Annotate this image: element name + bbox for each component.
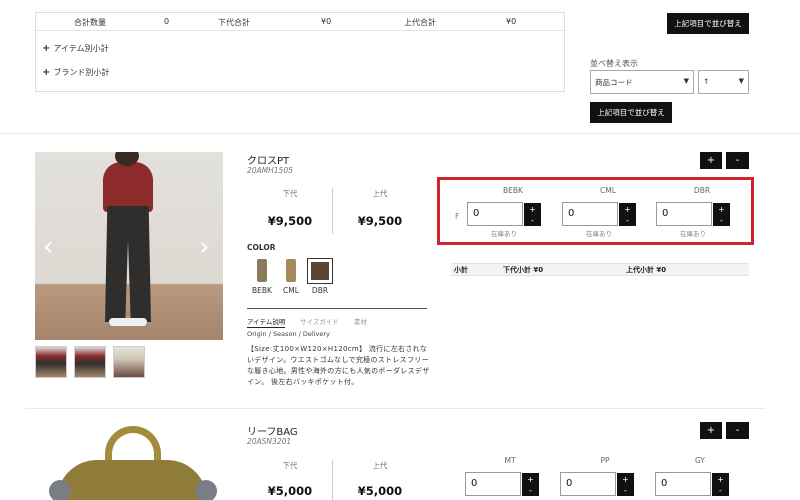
sort-order-value: ↑ [703,77,710,86]
brand-subtotal-label: ブランド別小計 [53,68,110,77]
stock-status-bebk: 在庫あり [491,230,517,238]
wholesale-price: ¥9,500 [267,214,313,228]
quantity-input-bebk[interactable]: 0 [467,202,523,226]
retail-total-label: 上代合計 [404,18,436,27]
sort-apply-button-top[interactable]: 上記項目で並び替え [667,13,749,34]
wholesale-price-2: ¥5,000 [267,484,313,498]
tab-item-description[interactable]: アイテム説明 [247,316,286,328]
color-swatch-bebk[interactable] [249,258,275,284]
qty-minus-dbr[interactable]: - [713,214,730,226]
qty-minus-cml[interactable]: - [619,214,636,226]
sort-label: 並べ替え表示 [590,59,638,68]
qty-minus-bebk[interactable]: - [524,214,541,226]
retail-price-label-2: 上代 [372,461,388,470]
qty-header-cml: CML [600,186,616,195]
product-thumbnail-3[interactable] [113,346,145,378]
retail-subtotal: 上代小計 ¥0 [626,266,667,274]
product-code: 20AMH1505 [247,166,293,175]
product-name-2: リーフBAG [247,427,298,438]
quantity-input-dbr[interactable]: 0 [656,202,712,226]
color-label-cml: CML [283,286,299,295]
model-shoes [109,318,147,326]
brand-subtotal-toggle[interactable]: + ブランド別小計 [42,67,109,78]
color-label-dbr: DBR [311,286,329,295]
quantity-input-pp[interactable]: 0 [560,472,616,496]
sort-order-select[interactable]: ↑ ▼ [698,70,749,94]
quantity-input-mt[interactable]: 0 [465,472,521,496]
dropdown-arrow-icon: ▼ [738,77,744,85]
sort-apply-button[interactable]: 上記項目で並び替え [590,102,672,123]
order-summary-box: 合計数量 0 下代合計 ¥0 上代合計 ¥0 + アイテム別小計 + ブランド別小計 [35,12,565,92]
bag-pompom [195,480,217,500]
item-subtotal-label: アイテム別小計 [53,44,109,53]
product-name: クロスPT [247,156,290,167]
color-swatch-cml[interactable] [278,258,304,284]
expand-icon: + [42,67,51,78]
tab-material[interactable]: 素材 [354,316,367,326]
total-qty-label: 合計数量 [74,18,106,27]
retail-price-2: ¥5,000 [357,484,403,498]
size-label: F [455,212,460,221]
product-description: 【Size:丈100×W120×H120cm】 流行に左右されないデザイン。ウエ… [247,345,430,386]
section-divider [0,133,800,134]
product-main-image: ‹ › [35,152,223,340]
product-divider [25,408,765,409]
wholesale-total-value: ¥0 [321,17,332,26]
item-subtotal-toggle[interactable]: + アイテム別小計 [42,43,109,54]
qty-header-mt: MT [504,456,516,465]
total-qty-value: 0 [164,17,170,26]
subtotal-label: 小計 [454,266,468,274]
product-main-image-2 [35,418,223,500]
wholesale-price-label: 下代 [282,189,298,198]
color-swatch-dbr[interactable] [307,258,333,284]
product-thumbnail-1[interactable] [35,346,67,378]
wholesale-price-label-2: 下代 [282,461,298,470]
next-image-arrow-icon[interactable]: › [199,232,209,262]
qty-header-gy: GY [694,456,706,465]
swatch-pants-icon [257,259,267,282]
bag-pompom [49,480,71,500]
quantity-input-cml[interactable]: 0 [562,202,618,226]
product-subtotal-bar: 小計 下代小計 ¥0 上代小計 ¥0 [451,263,749,276]
sort-field-select[interactable]: 商品コード ▼ [590,70,694,94]
origin-season-delivery: Origin / Season / Delivery [247,330,330,338]
prev-image-arrow-icon[interactable]: ‹ [43,232,53,262]
product-thumbnail-2[interactable] [74,346,106,378]
dropdown-arrow-icon: ▼ [683,77,689,85]
quantity-input-gy[interactable]: 0 [655,472,711,496]
wholesale-total-label: 下代合計 [218,18,250,27]
sort-field-value: 商品コード [595,78,633,87]
collapse-product-button-2[interactable]: - [726,422,749,439]
qty-header-bebk: BEBK [503,186,523,195]
summary-totals-row: 合計数量 0 下代合計 ¥0 上代合計 ¥0 [36,13,564,31]
wholesale-subtotal: 下代小計 ¥0 [503,266,544,274]
expand-product-button-2[interactable]: + [700,422,722,439]
tabs-divider [247,308,427,309]
stock-status-cml: 在庫あり [586,230,612,238]
bag-body [57,460,207,500]
product-code-2: 20ASN3201 [247,437,292,446]
stock-status-dbr: 在庫あり [680,230,706,238]
collapse-product-button[interactable]: - [726,152,749,169]
expand-icon: + [42,43,51,54]
qty-minus-mt[interactable]: - [522,484,539,496]
tab-size-guide[interactable]: サイズガイド [300,316,339,326]
retail-price: ¥9,500 [357,214,403,228]
retail-total-value: ¥0 [506,17,517,26]
qty-header-dbr: DBR [693,186,711,195]
expand-product-button[interactable]: + [700,152,722,169]
qty-header-pp: PP [600,456,610,465]
swatch-pants-icon [311,262,329,280]
color-label-bebk: BEBK [252,286,272,295]
model-sweater [103,162,153,212]
model-pants [105,206,151,322]
qty-minus-gy[interactable]: - [712,484,729,496]
color-heading: COLOR [247,243,276,252]
swatch-pants-icon [286,259,296,282]
retail-price-label: 上代 [372,189,388,198]
qty-minus-pp[interactable]: - [617,484,634,496]
